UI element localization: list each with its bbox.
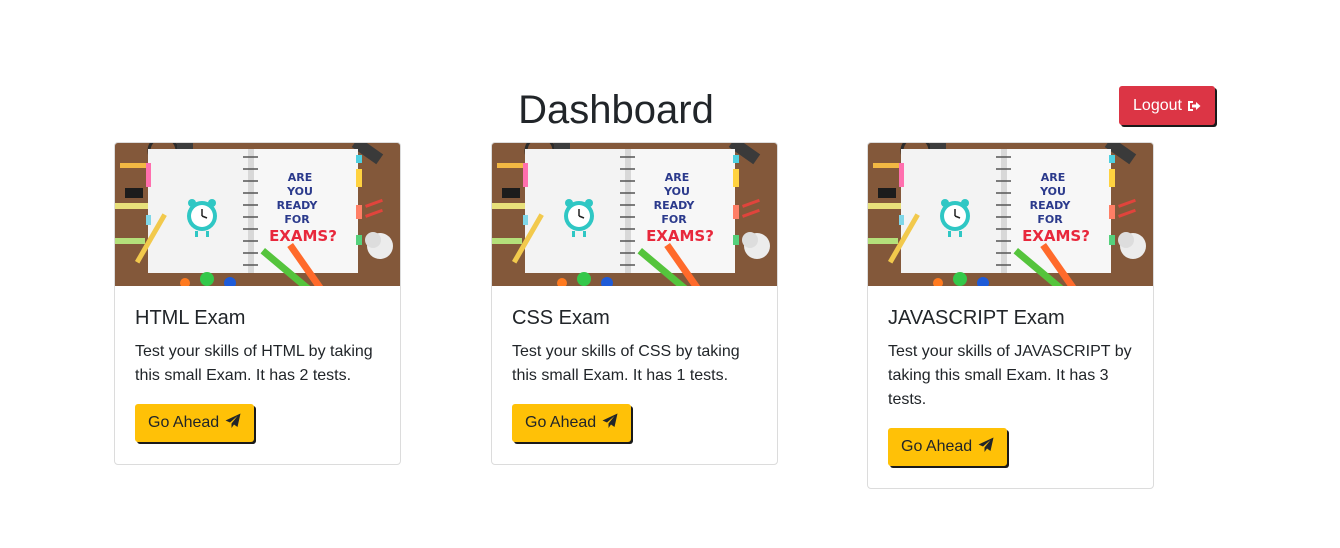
image-text-you: YOU — [1039, 185, 1066, 198]
card-title: CSS Exam — [512, 307, 610, 329]
image-text-for: FOR — [284, 213, 310, 226]
image-text-are: ARE — [288, 171, 313, 184]
image-text-you: YOU — [286, 185, 313, 198]
logout-button[interactable]: Logout — [1119, 86, 1215, 125]
exam-card-image: ARE YOU READY FOR EXAMS? — [115, 143, 400, 286]
image-text-for: FOR — [661, 213, 687, 226]
image-text-are: ARE — [665, 171, 690, 184]
card-text: Test your skills of JAVASCRIPT by taking… — [888, 343, 1132, 408]
card-body: CSS Exam Test your skills of CSS by taki… — [492, 286, 777, 442]
logout-label: Logout — [1133, 96, 1182, 114]
image-text-ready: READY — [654, 199, 696, 212]
exam-card-css: ARE YOU READY FOR EXAMS? CSS Exam Test y… — [491, 142, 778, 465]
image-text-are: ARE — [1041, 171, 1066, 184]
card-text: Test your skills of CSS by taking this s… — [512, 343, 740, 384]
exam-card-image: ARE YOU READY FOR EXAMS? — [492, 143, 777, 286]
card-body: JAVASCRIPT Exam Test your skills of JAVA… — [868, 286, 1153, 466]
page-title: Dashboard — [518, 88, 714, 132]
image-text-ready: READY — [1030, 199, 1072, 212]
card-title: JAVASCRIPT Exam — [888, 307, 1065, 329]
go-ahead-button[interactable]: Go Ahead — [512, 404, 632, 442]
image-text-exams: EXAMS? — [1022, 227, 1090, 245]
card-title: HTML Exam — [135, 307, 246, 329]
image-text-exams: EXAMS? — [646, 227, 714, 245]
dashboard-page: Dashboard Logout ARE YOU READY FOR EXAMS… — [0, 0, 1340, 548]
card-body: HTML Exam Test your skills of HTML by ta… — [115, 286, 400, 442]
go-ahead-label: Go Ahead — [525, 414, 597, 431]
image-text-you: YOU — [663, 185, 690, 198]
go-ahead-button[interactable]: Go Ahead — [888, 428, 1008, 466]
sign-out-icon — [1187, 100, 1201, 112]
exam-card-html: ARE YOU READY FOR EXAMS? HTML Exam Test … — [114, 142, 401, 465]
exam-card-javascript: ARE YOU READY FOR EXAMS? JAVASCRIPT Exam… — [867, 142, 1154, 489]
go-ahead-label: Go Ahead — [148, 414, 220, 431]
paper-plane-icon — [978, 437, 994, 458]
card-text: Test your skills of HTML by taking this … — [135, 343, 373, 384]
paper-plane-icon — [225, 413, 241, 434]
go-ahead-button[interactable]: Go Ahead — [135, 404, 255, 442]
exam-card-image: ARE YOU READY FOR EXAMS? — [868, 143, 1153, 286]
image-text-ready: READY — [277, 199, 319, 212]
image-text-exams: EXAMS? — [269, 227, 337, 245]
go-ahead-label: Go Ahead — [901, 438, 973, 455]
image-text-for: FOR — [1037, 213, 1063, 226]
paper-plane-icon — [602, 413, 618, 434]
